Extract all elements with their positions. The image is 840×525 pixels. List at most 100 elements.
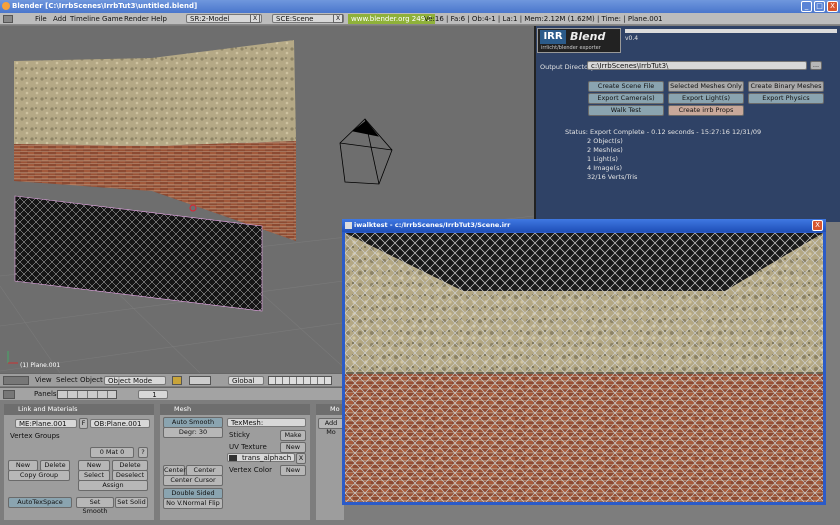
logo-irr-text: IRR	[540, 30, 566, 44]
browse-button[interactable]: ...	[810, 61, 822, 70]
create-scene-file-button[interactable]: Create Scene File	[588, 81, 664, 92]
scene-delete-icon[interactable]: X	[333, 14, 343, 23]
set-smooth-button[interactable]: Set Smooth	[76, 497, 114, 515]
close-button[interactable]: X	[827, 1, 838, 12]
link-materials-title: Link and Materials	[18, 405, 78, 413]
modifiers-panel-header[interactable]: Mo	[316, 404, 344, 415]
menu-timeline[interactable]: Timeline	[70, 13, 100, 25]
set-solid-button[interactable]: Set Solid	[115, 497, 148, 508]
copy-group-button[interactable]: Copy Group	[8, 470, 70, 481]
iwalktest-app-icon	[345, 222, 352, 229]
exporter-version: v0.4	[625, 35, 639, 42]
iwalktest-render	[345, 233, 823, 502]
autotexspace-button[interactable]: AutoTexSpace	[8, 497, 72, 508]
axis-icon	[7, 351, 18, 364]
iwalktest-title: iwalktest - c:/IrrbScenes/IrrbTut3/Scene…	[354, 221, 511, 229]
select-menu[interactable]: Select	[56, 374, 78, 387]
sticky-make-button[interactable]: Make	[280, 430, 306, 441]
exporter-panel	[534, 26, 840, 222]
maximize-button[interactable]: □	[814, 1, 825, 12]
fake-user-button[interactable]: F	[79, 418, 88, 429]
minimize-button[interactable]: _	[801, 1, 812, 12]
stat-verts-tris: 32/16 Verts/Tris	[587, 173, 638, 181]
blender-logo-icon	[2, 2, 10, 10]
object-name-field[interactable]: OB:Plane.001	[90, 419, 150, 428]
uv-layer-icon	[229, 455, 237, 461]
stat-objects: 2 Object(s)	[587, 137, 623, 145]
camera-object[interactable]	[339, 118, 393, 185]
menu-game[interactable]: Game	[102, 13, 123, 25]
wall-left-brick	[14, 144, 152, 191]
context-icons[interactable]	[57, 390, 117, 399]
export-physics-button[interactable]: Export Physics	[748, 93, 824, 104]
vertex-color-new-button[interactable]: New	[280, 465, 306, 476]
sticky-label: Sticky	[229, 431, 250, 439]
logo-subtitle: irrlicht/blender exporter	[541, 45, 601, 51]
chain-fence	[345, 233, 823, 502]
logo-blend-text: Blend	[570, 30, 606, 43]
menu-icon[interactable]	[3, 15, 13, 23]
texmesh-field[interactable]: TexMesh:	[227, 418, 306, 427]
stat-meshes: 2 Mesh(es)	[587, 146, 623, 154]
wall-right-upper	[152, 40, 296, 146]
irrblend-logo: IRR Blend irrlicht/blender exporter	[537, 28, 621, 53]
panels-menu[interactable]: Panels	[34, 388, 57, 401]
mode-dropdown[interactable]: Object Mode	[104, 376, 166, 385]
menu-render[interactable]: Render	[124, 13, 149, 25]
viewport-object-label: (1) Plane.001	[20, 362, 61, 369]
window-title: Blender [C:\IrrbScenes\IrrbTut3\untitled…	[12, 2, 198, 10]
add-modifier-button[interactable]: Add Mo	[318, 418, 344, 436]
exporter-top-line	[625, 29, 837, 33]
selected-meshes-only-button[interactable]: Selected Meshes Only	[668, 81, 744, 92]
export-lights-button[interactable]: Export Light(s)	[668, 93, 744, 104]
create-binary-meshes-button[interactable]: Create Binary Meshes	[748, 81, 824, 92]
uv-texture-label: UV Texture	[229, 443, 267, 451]
wall-left-upper	[14, 58, 152, 146]
window-controls: _ □ X	[801, 1, 838, 12]
pivot-icon[interactable]	[189, 376, 211, 385]
output-directory-field[interactable]: c:\IrrbScenes\IrrbTut3\	[587, 61, 807, 70]
mesh-panel-header[interactable]: Mesh	[160, 404, 310, 415]
status-line: Status: Export Complete - 0.12 seconds -…	[565, 128, 762, 136]
app-titlebar: Blender [C:\IrrbScenes\IrrbTut3\untitled…	[0, 0, 840, 13]
shading-icon[interactable]	[172, 376, 182, 385]
iwalktest-titlebar[interactable]: iwalktest - c:/IrrbScenes/IrrbTut3/Scene…	[342, 219, 826, 232]
object-menu[interactable]: Object	[80, 374, 103, 387]
screen-delete-icon[interactable]: X	[250, 14, 260, 23]
view-header-icons[interactable]	[3, 376, 29, 385]
menu-file[interactable]: File	[35, 13, 47, 25]
center-cursor-button[interactable]: Center Cursor	[163, 475, 223, 486]
view-menu[interactable]: View	[35, 374, 52, 387]
degr-field[interactable]: Degr: 30	[163, 427, 223, 438]
scene-stats: Ve:16 | Fa:6 | Ob:4-1 | La:1 | Mem:2.12M…	[424, 15, 663, 23]
orientation-dropdown[interactable]: Global	[228, 376, 264, 385]
vertex-groups-label: Vertex Groups	[10, 432, 60, 440]
stat-images: 4 Image(s)	[587, 164, 623, 172]
blender-url[interactable]: www.blender.org 249.2	[348, 14, 435, 24]
3d-cursor-icon	[189, 204, 197, 212]
vertex-color-label: Vertex Color	[229, 466, 273, 474]
export-status: Status: Export Complete - 0.12 seconds -…	[565, 128, 761, 137]
layer-buttons[interactable]	[268, 376, 332, 385]
material-assign-button[interactable]: Assign	[78, 480, 148, 491]
material-help-button[interactable]: ?	[138, 447, 148, 458]
uv-layer-delete-button[interactable]: X	[296, 453, 306, 464]
walk-test-button[interactable]: Walk Test	[588, 105, 664, 116]
menu-bar: File Add Timeline Game Render Help SR:2-…	[0, 13, 840, 25]
stat-lights: 1 Light(s)	[587, 155, 618, 163]
iwalktest-close-button[interactable]: X	[812, 220, 823, 231]
frame-field[interactable]: 1	[138, 390, 168, 399]
mesh-datablock-field[interactable]: ME:Plane.001	[15, 419, 77, 428]
link-materials-header[interactable]: Link and Materials	[4, 404, 154, 415]
menu-add[interactable]: Add	[53, 13, 67, 25]
mesh-panel-title: Mesh	[174, 405, 192, 413]
uv-layer-field[interactable]: trans_alphach	[227, 453, 295, 462]
menu-help[interactable]: Help	[151, 13, 167, 25]
export-cameras-button[interactable]: Export Camera(s)	[588, 93, 664, 104]
create-irrb-props-button[interactable]: Create irrb Props	[668, 105, 744, 116]
uv-texture-new-button[interactable]: New	[280, 442, 306, 453]
no-v-normal-flip-button[interactable]: No V.Normal Flip	[163, 498, 223, 509]
modifiers-panel-title: Mo	[330, 405, 340, 413]
material-index-field[interactable]: 0 Mat 0	[90, 447, 134, 458]
buttons-window-icon[interactable]	[3, 390, 15, 399]
